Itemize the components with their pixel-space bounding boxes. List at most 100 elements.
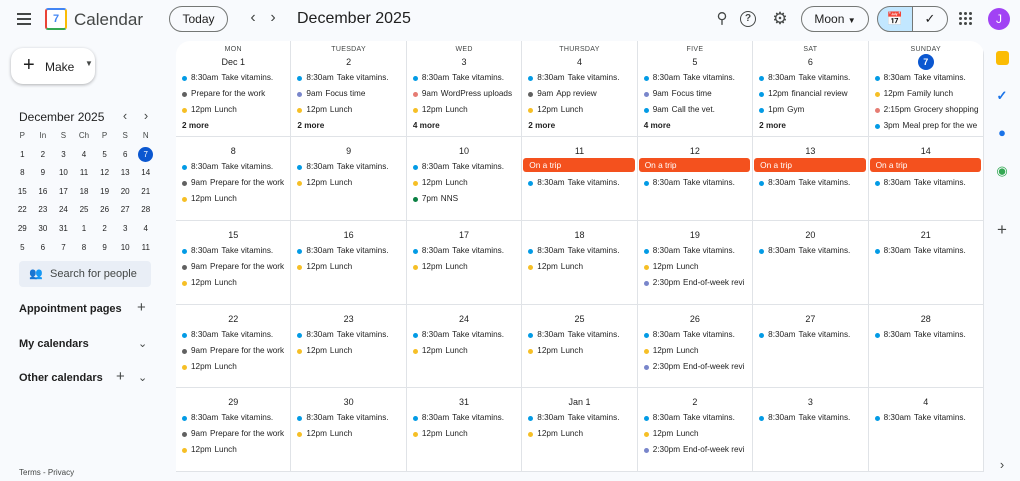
day-number[interactable]: 4 [522, 54, 636, 70]
event-chip[interactable]: 8:30am Take vitamins. [638, 175, 752, 191]
appointment-pages-heading[interactable]: Appointment pages [19, 303, 122, 315]
event-chip[interactable]: 8:30am Take vitamins. [291, 410, 405, 426]
day-number[interactable]: 23 [291, 311, 405, 327]
event-chip[interactable]: 9am Prepare for the work [176, 175, 290, 191]
more-events-link[interactable]: 2 more [522, 118, 636, 134]
day-cell[interactable]: 9 8:30am Take vitamins. 12pm Lunch [291, 137, 407, 220]
day-cell[interactable]: 13 8:30am Take vitamins. [753, 137, 869, 220]
event-chip[interactable]: 9am Prepare for the work [176, 259, 290, 275]
event-chip[interactable]: 8:30am Take vitamins. [176, 159, 290, 175]
day-cell[interactable]: 4 8:30am Take vitamins. [869, 388, 984, 471]
event-chip[interactable]: 8:30am Take vitamins. [291, 70, 405, 86]
mini-day[interactable]: 2 [94, 220, 115, 239]
event-chip[interactable]: 8:30am Take vitamins. [522, 175, 636, 191]
day-number[interactable]: 19 [638, 227, 752, 243]
day-cell[interactable]: 30 8:30am Take vitamins. 12pm Lunch [291, 388, 407, 471]
event-chip[interactable]: 12pm Lunch [407, 426, 521, 442]
search-people-input[interactable]: 👥 Search for people [19, 261, 151, 287]
account-avatar[interactable]: J [988, 8, 1010, 30]
chevron-down-icon[interactable]: ⌄ [138, 337, 147, 350]
event-chip[interactable]: 2:30pm End-of-week revi [638, 359, 752, 375]
event-chip[interactable]: 8:30am Take vitamins. [522, 243, 636, 259]
day-number[interactable]: 28 [869, 311, 983, 327]
mini-day[interactable]: 10 [115, 239, 136, 258]
terms-privacy-link[interactable]: Terms - Privacy [19, 468, 74, 477]
mini-day[interactable]: 12 [94, 164, 115, 183]
event-chip[interactable]: 12pm Lunch [291, 426, 405, 442]
day-cell[interactable]: 2 8:30am Take vitamins. 12pm Lunch 2:30pm End-… [638, 388, 754, 471]
event-chip[interactable]: 2:15pm Grocery shopping [869, 102, 983, 118]
mini-day[interactable]: 5 [12, 239, 33, 258]
day-cell[interactable]: MON Dec 1 8:30am Take vitamins. Prepare for … [176, 41, 292, 136]
day-number[interactable]: 14 [869, 143, 983, 159]
day-cell[interactable]: 19 8:30am Take vitamins. 12pm Lunch 2:30pm End… [638, 221, 754, 304]
add-appointment-page-icon[interactable]: + [137, 299, 146, 316]
mini-day[interactable]: 9 [94, 239, 115, 258]
mini-day[interactable]: 24 [53, 201, 74, 220]
event-chip[interactable]: 8:30am Take vitamins. [869, 175, 983, 191]
mini-day[interactable]: 23 [33, 201, 54, 220]
event-chip[interactable]: 12pm Lunch [407, 343, 521, 359]
day-number[interactable]: 5 [638, 54, 752, 70]
day-number[interactable]: 18 [522, 227, 636, 243]
day-number[interactable]: 9 [291, 143, 405, 159]
day-cell[interactable]: 26 8:30am Take vitamins. 12pm Lunch 2:30pm End… [638, 305, 754, 387]
mini-day[interactable]: 15 [12, 183, 33, 202]
event-chip[interactable]: 8:30am Take vitamins. [176, 410, 290, 426]
more-events-link[interactable]: 2 more [176, 118, 290, 134]
day-cell[interactable]: THURSDAY 4 8:30am Take vitamins. 9am App revi… [522, 41, 638, 136]
event-chip[interactable]: 12pm financial review [753, 86, 867, 102]
google-apps-icon[interactable] [958, 11, 974, 27]
event-chip[interactable]: 8:30am Take vitamins. [638, 243, 752, 259]
day-number[interactable]: 15 [176, 227, 290, 243]
mini-day[interactable]: 4 [135, 220, 156, 239]
event-chip[interactable]: 9am App review [522, 86, 636, 102]
event-chip[interactable]: 12pm Lunch [176, 191, 290, 207]
my-calendars-heading[interactable]: My calendars [19, 338, 89, 350]
day-number[interactable]: 3 [753, 394, 867, 410]
today-button[interactable]: Today [169, 6, 228, 32]
mini-day[interactable]: 3 [53, 146, 74, 165]
more-events-link[interactable]: 4 more [638, 118, 752, 134]
day-number[interactable]: 21 [869, 227, 983, 243]
day-number[interactable]: 20 [753, 227, 867, 243]
event-chip[interactable]: 9am WordPress uploads [407, 86, 521, 102]
event-chip[interactable]: 12pm Lunch [176, 102, 290, 118]
day-number[interactable]: 17 [407, 227, 521, 243]
help-icon[interactable]: ? [740, 11, 756, 27]
day-number[interactable]: 8 [176, 143, 290, 159]
trip-event-bar[interactable]: On a trip [869, 158, 981, 172]
mini-day[interactable]: 18 [74, 183, 95, 202]
day-number[interactable]: 6 [753, 54, 867, 70]
mini-day[interactable]: 5 [94, 146, 115, 165]
day-cell[interactable]: 31 8:30am Take vitamins. 12pm Lunch [407, 388, 523, 471]
make-button[interactable]: + Make ▼ [11, 48, 95, 84]
event-chip[interactable]: 8:30am Take vitamins. [176, 243, 290, 259]
trip-event-bar[interactable]: On a trip [754, 158, 866, 172]
mini-day[interactable]: 11 [135, 239, 156, 258]
mini-day[interactable]: 17 [53, 183, 74, 202]
day-cell[interactable]: 14 8:30am Take vitamins. [869, 137, 984, 220]
day-number[interactable]: 12 [638, 143, 752, 159]
event-chip[interactable]: 8:30am Take vitamins. [869, 410, 983, 426]
day-number[interactable]: 30 [291, 394, 405, 410]
trip-event-bar[interactable]: On a trip [523, 158, 635, 172]
day-cell[interactable]: Jan 1 8:30am Take vitamins. 12pm Lunch [522, 388, 638, 471]
event-chip[interactable]: 8:30am Take vitamins. [407, 327, 521, 343]
day-cell[interactable]: 3 8:30am Take vitamins. [753, 388, 869, 471]
mini-day[interactable]: 19 [94, 183, 115, 202]
day-number[interactable]: 2 [291, 54, 405, 70]
day-cell[interactable]: FIVE 5 8:30am Take vitamins. 9am Focus time 9a… [638, 41, 754, 136]
event-chip[interactable]: 8:30am Take vitamins. [522, 70, 636, 86]
event-chip[interactable]: 12pm Lunch [176, 275, 290, 291]
mini-day[interactable]: 6 [115, 146, 136, 165]
day-number[interactable]: 31 [407, 394, 521, 410]
event-chip[interactable]: 2:30pm End-of-week revi [638, 275, 752, 291]
event-chip[interactable]: 12pm Lunch [176, 442, 290, 458]
day-cell[interactable]: 12 8:30am Take vitamins. [638, 137, 754, 220]
day-cell[interactable]: 15 8:30am Take vitamins. 9am Prepare for the… [176, 221, 292, 304]
day-cell[interactable]: 20 8:30am Take vitamins. [753, 221, 869, 304]
event-chip[interactable]: 8:30am Take vitamins. [638, 327, 752, 343]
chevron-down-icon[interactable]: ⌄ [138, 371, 147, 384]
add-icon[interactable]: + [994, 221, 1010, 238]
